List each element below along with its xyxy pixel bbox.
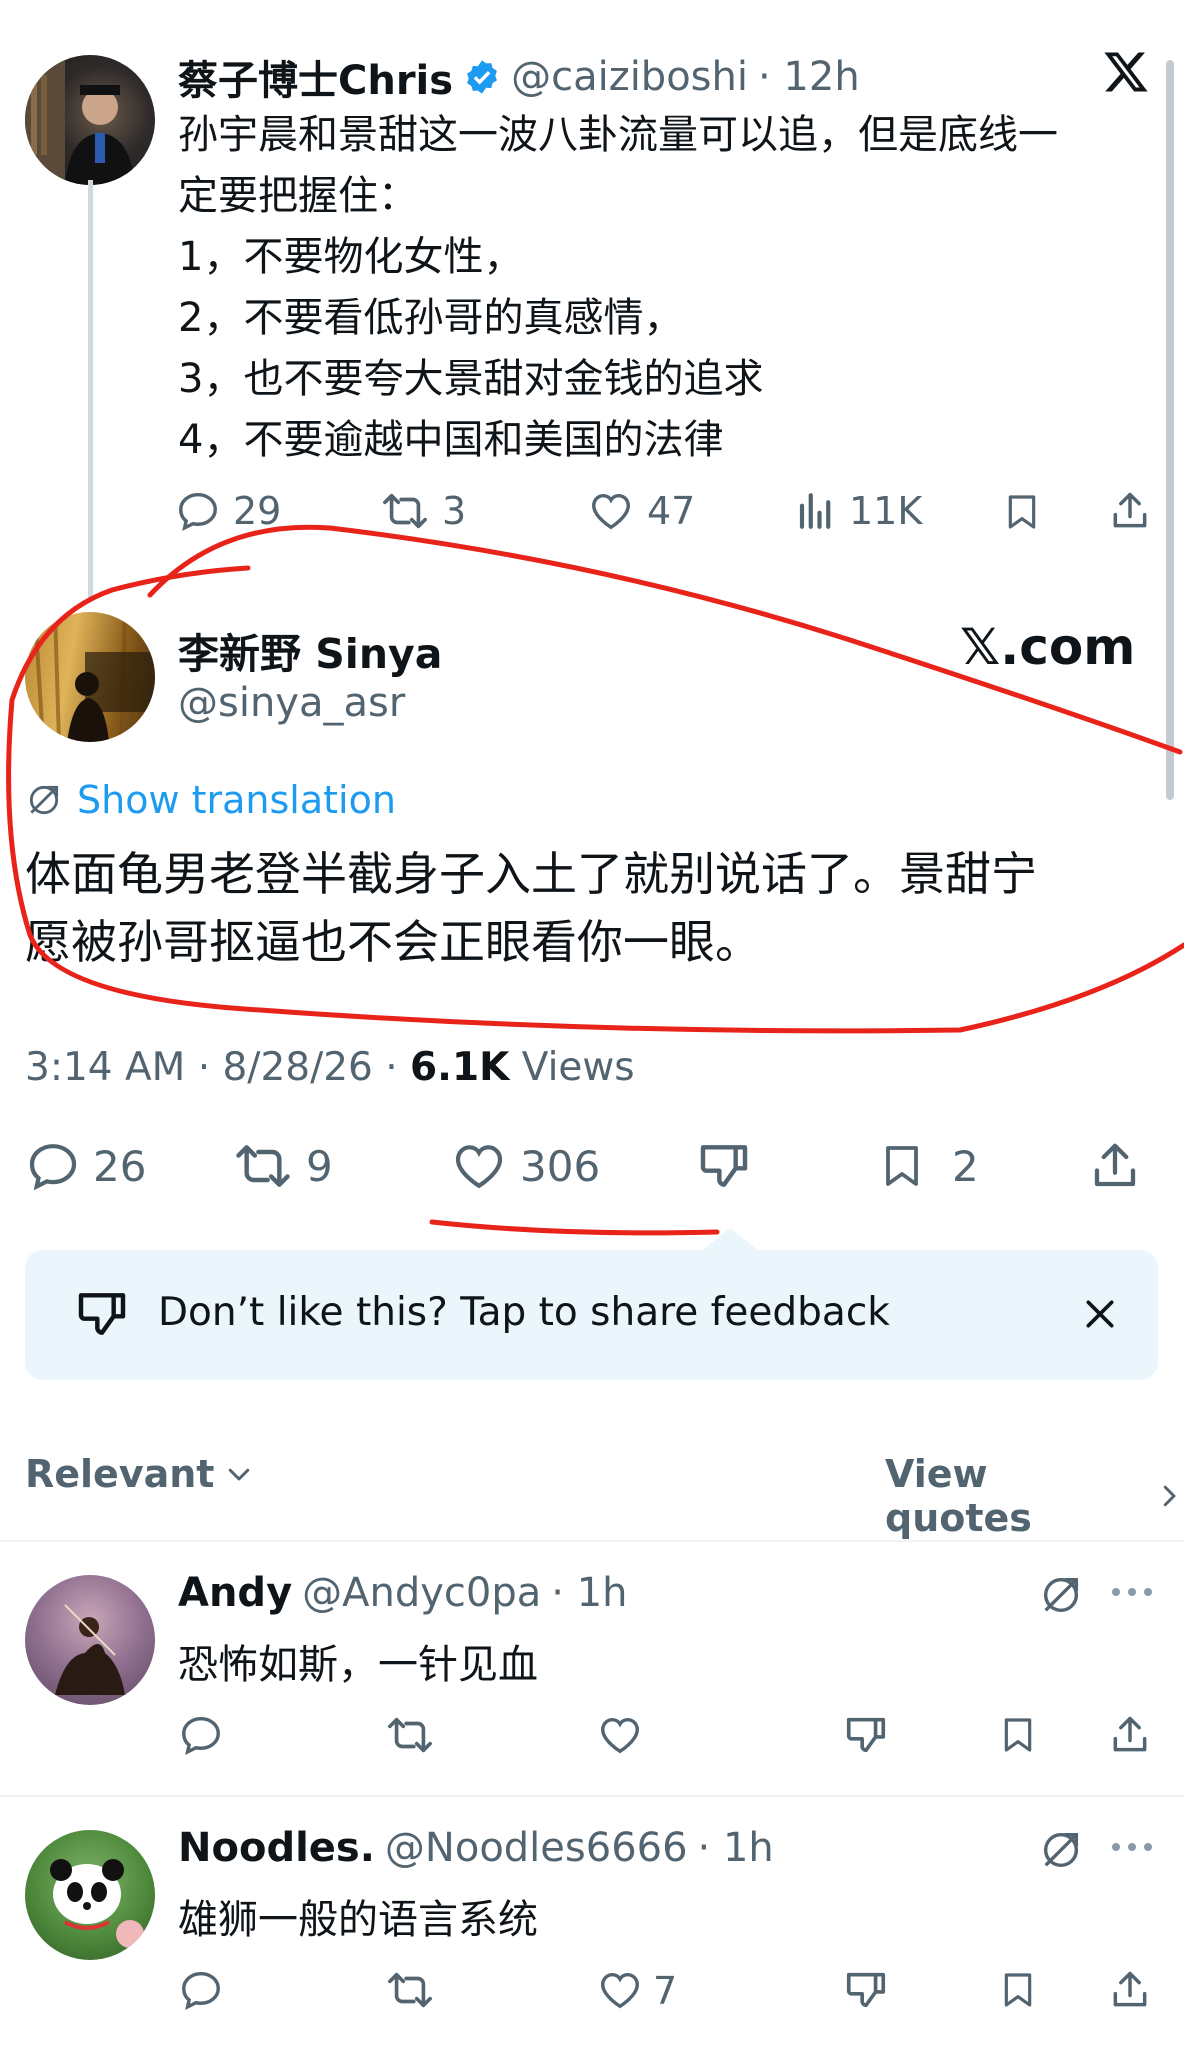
avatar-parent-author[interactable] (25, 55, 155, 185)
parent-tweet-line: 孙宇晨和景甜这一波八卦流量可以追，但是底线一 (178, 112, 1058, 158)
thumbs-down-icon (73, 1286, 131, 1342)
translate-icon[interactable] (1038, 1827, 1084, 1873)
tweet-metadata: 3:14 AM · 8/28/26 · 6.1K Views (25, 1045, 635, 1090)
reply-icon (25, 1138, 81, 1194)
feedback-pointer (700, 1228, 760, 1252)
avatar-reply-author[interactable] (25, 1575, 155, 1705)
feedback-text: Don’t like this? Tap to share feedback (158, 1290, 890, 1335)
main-repost-count: 9 (306, 1141, 333, 1191)
view-quotes-link[interactable]: View quotes (885, 1452, 1184, 1540)
parent-like-count: 47 (647, 489, 696, 533)
repost-icon (380, 488, 430, 534)
avatar-main-author[interactable] (25, 612, 155, 742)
main-bookmark-count: 2 (952, 1141, 979, 1191)
more-icon[interactable] (1110, 1837, 1154, 1857)
parent-like-button[interactable]: 47 (587, 488, 695, 534)
thumbs-down-icon[interactable] (843, 1712, 889, 1758)
show-translation-label: Show translation (77, 778, 396, 822)
bookmark-icon[interactable] (998, 1967, 1038, 2013)
x-com-watermark: 𝕏.com (960, 618, 1136, 676)
parent-views-button[interactable]: 11K (795, 488, 922, 534)
feedback-banner[interactable]: Don’t like this? Tap to share feedback (25, 1250, 1158, 1380)
main-display-name[interactable]: 李新野 Sinya (178, 620, 442, 680)
more-icon[interactable] (1110, 1582, 1154, 1602)
view-quotes-label: View quotes (885, 1452, 1032, 1540)
divider (0, 1540, 1184, 1542)
tweet-timestamp[interactable]: 3:14 AM · 8/28/26 · (25, 1045, 410, 1090)
heart-icon[interactable] (596, 1712, 644, 1758)
tweet-views-count: 6.1K (410, 1045, 510, 1090)
parent-repost-button[interactable]: 3 (380, 488, 466, 534)
chevron-down-icon (224, 1459, 254, 1489)
share-icon[interactable] (1108, 488, 1152, 534)
thread-connector-line (88, 180, 93, 600)
reply-handle[interactable]: @Andyc0pa (302, 1570, 541, 1616)
main-bookmark-button[interactable]: 2 (878, 1138, 979, 1194)
parent-tweet-line: 2，不要看低孙哥的真感情， (178, 295, 684, 341)
parent-tweet-line: 3，也不要夸大景甜对金钱的追求 (178, 356, 764, 402)
parent-display-name[interactable]: 蔡子博士Chris (178, 48, 453, 106)
parent-views-count: 11K (849, 489, 923, 533)
parent-reply-count: 29 (233, 489, 282, 533)
main-handle[interactable]: @sinya_asr (178, 680, 405, 726)
reply-display-name[interactable]: Andy (178, 1570, 292, 1616)
x-logo-icon[interactable] (1102, 48, 1150, 96)
translate-icon (25, 781, 63, 819)
reply-time[interactable]: · 1h (551, 1570, 627, 1616)
reply-text: 恐怖如斯，一针见血 (178, 1642, 538, 1688)
repost-icon[interactable] (385, 1712, 435, 1758)
reply-text: 雄狮一般的语言系统 (178, 1897, 538, 1943)
scrollbar[interactable] (1166, 60, 1174, 800)
repost-icon (232, 1138, 294, 1194)
parent-reply-button[interactable]: 29 (175, 488, 281, 534)
repost-icon[interactable] (385, 1967, 435, 2013)
main-repost-button[interactable]: 9 (232, 1138, 333, 1194)
parent-tweet-line: 定要把握住： (178, 173, 418, 219)
parent-handle[interactable]: @caiziboshi (511, 54, 748, 100)
heart-icon (587, 488, 635, 534)
avatar-reply-author[interactable] (25, 1830, 155, 1960)
reply-display-name[interactable]: Noodles. (178, 1825, 375, 1871)
bookmark-icon (878, 1138, 926, 1194)
main-like-count: 306 (520, 1141, 601, 1191)
verified-badge-icon (463, 58, 501, 96)
reply-like-count: 7 (653, 1969, 678, 2013)
thumbs-down-icon[interactable] (843, 1967, 889, 2013)
main-reply-button[interactable]: 26 (25, 1138, 146, 1194)
main-reply-count: 26 (93, 1141, 147, 1191)
reply-handle[interactable]: @Noodles6666 (385, 1825, 688, 1871)
parent-time[interactable]: · 12h (758, 54, 860, 100)
reply-time[interactable]: · 1h (698, 1825, 774, 1871)
sort-dropdown[interactable]: Relevant (25, 1452, 254, 1496)
translate-icon[interactable] (1038, 1572, 1084, 1618)
share-icon[interactable] (1088, 1138, 1142, 1194)
close-icon[interactable] (1080, 1294, 1120, 1334)
heart-icon[interactable] (596, 1967, 644, 2013)
bookmark-icon[interactable] (1002, 490, 1042, 534)
views-icon (795, 488, 837, 534)
show-translation-link[interactable]: Show translation (25, 778, 396, 822)
main-tweet-line: 体面龟男老登半截身子入土了就别说话了。景甜宁 (25, 847, 1037, 901)
tweet-views-label: Views (509, 1045, 635, 1090)
reply-icon (175, 488, 221, 534)
parent-tweet-line: 4，不要逾越中国和美国的法律 (178, 417, 724, 463)
reply-icon[interactable] (178, 1712, 224, 1758)
bookmark-icon[interactable] (998, 1712, 1038, 1758)
main-like-button[interactable]: 306 (450, 1138, 600, 1194)
reply-icon[interactable] (178, 1967, 224, 2013)
share-icon[interactable] (1108, 1967, 1152, 2013)
sort-label: Relevant (25, 1452, 215, 1496)
share-icon[interactable] (1108, 1712, 1152, 1758)
parent-repost-count: 3 (442, 489, 467, 533)
chevron-right-icon (1154, 1481, 1184, 1511)
heart-icon (450, 1138, 508, 1194)
divider (0, 1795, 1184, 1797)
main-tweet-line: 愿被孙哥抠逼也不会正眼看你一眼。 (25, 915, 761, 969)
parent-tweet-line: 1，不要物化女性， (178, 234, 524, 280)
thumbs-down-icon[interactable] (695, 1138, 753, 1194)
